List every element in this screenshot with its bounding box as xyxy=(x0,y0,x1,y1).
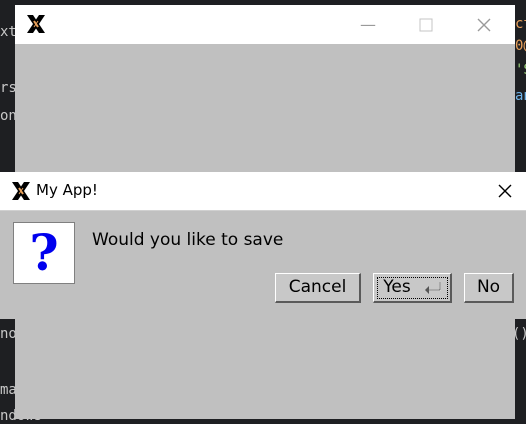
x11-logo-icon xyxy=(27,15,45,33)
maximize-icon[interactable] xyxy=(416,15,436,35)
main-window-titlebar[interactable]: — xyxy=(15,5,515,44)
editor-fragment: ct xyxy=(515,16,526,32)
editor-fragment: 0@ xyxy=(515,38,526,54)
save-dialog: My App! ? Would you like to save Cancel … xyxy=(0,172,526,319)
yes-button-label: Yes xyxy=(383,277,411,297)
minimize-icon[interactable]: — xyxy=(358,15,378,35)
x11-logo-icon xyxy=(12,182,30,200)
cancel-button[interactable]: Cancel xyxy=(275,273,361,303)
no-button[interactable]: No xyxy=(464,273,514,303)
return-key-icon xyxy=(425,282,441,294)
question-icon: ? xyxy=(13,222,75,284)
editor-fragment: 'S xyxy=(515,62,526,78)
yes-button[interactable]: Yes xyxy=(373,273,452,303)
dialog-title: My App! xyxy=(36,181,98,199)
dialog-message: Would you like to save xyxy=(92,230,284,250)
close-icon[interactable] xyxy=(474,15,494,35)
dialog-titlebar[interactable]: My App! xyxy=(0,172,526,211)
close-icon[interactable] xyxy=(494,180,516,202)
editor-fragment: an xyxy=(515,88,526,104)
